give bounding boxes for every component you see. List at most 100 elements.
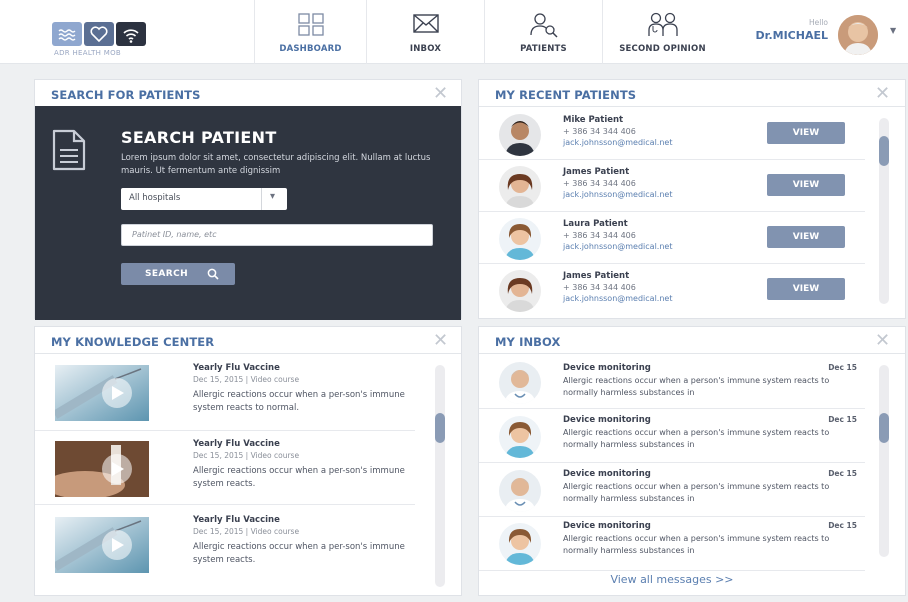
nav-patients[interactable]: PATIENTS <box>484 0 602 64</box>
knowledge-title[interactable]: Yearly Flu Vaccine <box>193 515 280 525</box>
patient-name: Mike Patient <box>563 115 624 125</box>
inbox-message[interactable]: Device monitoring Dec 15 Allergic reacti… <box>479 355 865 409</box>
patient-id-input[interactable]: Patinet ID, name, etc <box>121 224 433 246</box>
message-title: Device monitoring <box>563 521 651 531</box>
document-icon <box>52 129 86 171</box>
view-button[interactable]: VIEW <box>767 226 845 248</box>
video-thumbnail[interactable] <box>55 517 149 573</box>
patient-avatar <box>499 114 541 156</box>
app-logo[interactable]: ADR HEALTH MOB <box>52 22 156 58</box>
view-all-messages-link[interactable]: View all messages >> <box>479 573 865 586</box>
patient-search-icon <box>529 13 558 38</box>
search-description: Lorem ipsum dolor sit amet, consectetur … <box>121 153 431 176</box>
wifi-icon <box>116 22 146 46</box>
scrollbar-thumb[interactable] <box>879 413 889 443</box>
patient-avatar <box>499 218 541 260</box>
knowledge-title[interactable]: Yearly Flu Vaccine <box>193 363 280 373</box>
scrollbar[interactable] <box>435 365 445 587</box>
message-preview: Allergic reactions occur when a person's… <box>563 428 830 449</box>
view-button[interactable]: VIEW <box>767 278 845 300</box>
close-icon[interactable]: ✕ <box>433 85 448 103</box>
hospital-select[interactable]: All hospitals ▾ <box>121 188 287 210</box>
patient-avatar <box>499 166 541 208</box>
patient-email[interactable]: jack.johnsson@medical.net <box>563 190 672 199</box>
heart-icon <box>84 22 114 46</box>
close-icon[interactable]: ✕ <box>433 332 448 350</box>
scrollbar[interactable] <box>879 365 889 557</box>
knowledge-text: Allergic reactions occur when a per-son'… <box>193 466 405 489</box>
divider <box>261 188 262 210</box>
nav-dashboard-label: DASHBOARD <box>279 44 342 54</box>
message-date: Dec 15 <box>828 415 857 424</box>
logo-text: ADR HEALTH MOB <box>54 49 121 57</box>
video-thumbnail[interactable] <box>55 441 149 497</box>
scrollbar[interactable] <box>879 118 889 304</box>
message-date: Dec 15 <box>828 469 857 478</box>
message-title: Device monitoring <box>563 363 651 373</box>
video-thumbnail[interactable] <box>55 365 149 421</box>
message-preview: Allergic reactions occur when a person's… <box>563 534 830 555</box>
scrollbar-thumb[interactable] <box>879 136 889 166</box>
inbox-message[interactable]: Device monitoring Dec 15 Allergic reacti… <box>479 517 865 571</box>
panel-title: SEARCH FOR PATIENTS <box>51 88 201 102</box>
sender-avatar <box>499 416 541 458</box>
patient-email[interactable]: jack.johnsson@medical.net <box>563 138 672 147</box>
inbox-panel: MY INBOX ✕ Device monitoring Dec 15 Alle… <box>478 326 906 596</box>
envelope-icon <box>412 14 439 33</box>
message-preview: Allergic reactions occur when a person's… <box>563 376 830 397</box>
sender-avatar <box>499 362 541 404</box>
search-patients-panel: SEARCH FOR PATIENTS ✕ SEARCH PATIENT Lor… <box>34 79 462 320</box>
inbox-message[interactable]: Device monitoring Dec 15 Allergic reacti… <box>479 463 865 517</box>
patient-name: James Patient <box>563 271 630 281</box>
message-title: Device monitoring <box>563 415 651 425</box>
knowledge-item[interactable]: Yearly Flu Vaccine Dec 15, 2015 | Video … <box>35 355 415 431</box>
view-button[interactable]: VIEW <box>767 174 845 196</box>
scrollbar-thumb[interactable] <box>435 413 445 443</box>
inbox-message[interactable]: Device monitoring Dec 15 Allergic reacti… <box>479 409 865 463</box>
knowledge-item[interactable]: Yearly Flu Vaccine Dec 15, 2015 | Video … <box>35 431 415 505</box>
knowledge-title[interactable]: Yearly Flu Vaccine <box>193 439 280 449</box>
knowledge-text: Allergic reactions occur when a per-son'… <box>193 390 405 413</box>
user-avatar[interactable] <box>838 15 878 55</box>
hospital-select-value: All hospitals <box>129 193 181 203</box>
knowledge-meta: Dec 15, 2015 | Video course <box>193 527 300 536</box>
panel-title: MY RECENT PATIENTS <box>495 88 637 102</box>
nav-second-opinion[interactable]: SECOND OPINION <box>602 0 722 64</box>
patient-row[interactable]: James Patient + 386 34 344 406 jack.john… <box>479 160 865 212</box>
message-title: Device monitoring <box>563 469 651 479</box>
dashboard-icon <box>297 13 324 36</box>
user-menu-caret-icon[interactable]: ▼ <box>890 26 896 35</box>
waves-icon <box>52 22 82 46</box>
divider <box>479 353 905 354</box>
sender-avatar <box>499 523 541 565</box>
nav-inbox[interactable]: INBOX <box>366 0 484 64</box>
patient-name: Laura Patient <box>563 219 628 229</box>
patient-email[interactable]: jack.johnsson@medical.net <box>563 294 672 303</box>
nav-dashboard[interactable]: DASHBOARD <box>254 0 366 64</box>
patient-row[interactable]: James Patient + 386 34 344 406 jack.john… <box>479 264 865 316</box>
search-button-label: SEARCH <box>145 269 189 279</box>
close-icon[interactable]: ✕ <box>875 85 890 103</box>
close-icon[interactable]: ✕ <box>875 332 890 350</box>
knowledge-center-panel: MY KNOWLEDGE CENTER ✕ Yearly Flu Vaccine… <box>34 326 462 596</box>
knowledge-meta: Dec 15, 2015 | Video course <box>193 451 300 460</box>
chevron-down-icon: ▾ <box>270 191 276 202</box>
patient-row[interactable]: Laura Patient + 386 34 344 406 jack.john… <box>479 212 865 264</box>
patient-row[interactable]: Mike Patient + 386 34 344 406 jack.johns… <box>479 108 865 160</box>
doctors-icon <box>647 12 678 36</box>
panel-title: MY KNOWLEDGE CENTER <box>51 335 215 349</box>
search-heading: SEARCH PATIENT <box>121 128 277 147</box>
panel-title: MY INBOX <box>495 335 561 349</box>
knowledge-item[interactable]: Yearly Flu Vaccine Dec 15, 2015 | Video … <box>35 505 415 581</box>
recent-patients-panel: MY RECENT PATIENTS ✕ Mike Patient + 386 … <box>478 79 906 319</box>
patient-email[interactable]: jack.johnsson@medical.net <box>563 242 672 251</box>
view-button[interactable]: VIEW <box>767 122 845 144</box>
patient-id-placeholder: Patinet ID, name, etc <box>132 230 217 239</box>
patient-avatar <box>499 270 541 312</box>
search-button[interactable]: SEARCH <box>121 263 235 285</box>
patient-name: James Patient <box>563 167 630 177</box>
user-name[interactable]: Dr.MICHAEL <box>718 29 828 42</box>
message-date: Dec 15 <box>828 363 857 372</box>
patient-phone: + 386 34 344 406 <box>563 127 636 136</box>
divider <box>479 106 905 107</box>
